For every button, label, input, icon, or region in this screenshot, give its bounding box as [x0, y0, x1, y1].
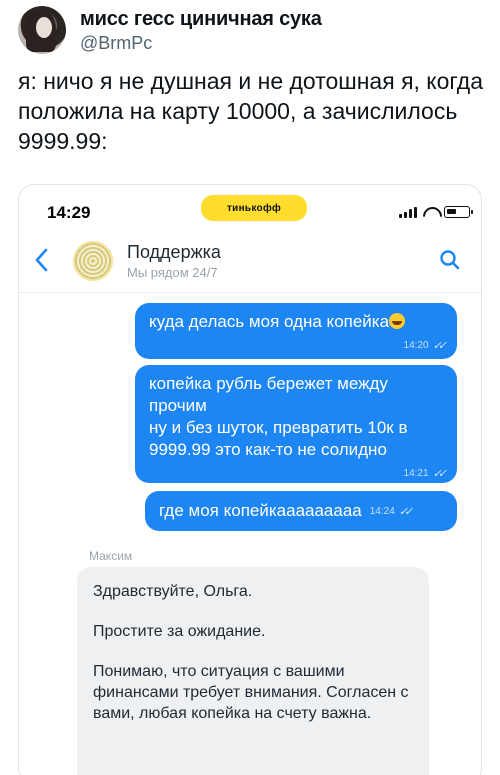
chat-subtitle: Мы рядом 24/7	[127, 265, 218, 280]
display-name[interactable]: мисс гесс циничная сука	[80, 8, 322, 31]
tweet-text: я: ничо я не душная и не дотошная я, ког…	[18, 68, 483, 154]
message-text: куда делась моя одна копейка	[149, 312, 390, 331]
bank-logo: тинькофф	[201, 195, 307, 221]
double-check-icon: ✓✓	[432, 340, 448, 352]
user-avatar[interactable]	[18, 6, 66, 54]
message-text: где моя копейкааааааааа	[159, 501, 362, 520]
message-paragraph: Здравствуйте, Ольга.	[93, 583, 253, 600]
phone-screenshot: 14:29 тинькофф Поддержка Мы рядом 24/7 к…	[18, 184, 482, 775]
outgoing-message[interactable]: копейка рубль бережет между прочим ну и …	[135, 365, 457, 483]
tweet-header: мисс гесс циничная сука @BrmPc	[18, 6, 488, 58]
wifi-icon	[423, 207, 438, 218]
message-paragraph: Простите за ожидание.	[93, 623, 266, 640]
incoming-message[interactable]: Здравствуйте, Ольга. Простите за ожидани…	[77, 567, 429, 775]
double-check-icon: ✓✓	[398, 506, 414, 518]
message-text: копейка рубль бережет между прочим ну и …	[149, 374, 408, 459]
outgoing-message[interactable]: куда делась моя одна копейка 14:20 ✓✓	[135, 303, 457, 359]
search-icon[interactable]	[437, 247, 463, 273]
message-time: 14:24	[369, 506, 395, 517]
signal-icon	[399, 206, 417, 218]
status-time: 14:29	[47, 203, 91, 222]
outgoing-message[interactable]: где моя копейкааааааааа 14:24 ✓✓	[145, 491, 457, 531]
chat-title: Поддержка	[127, 242, 221, 262]
message-time: 14:20	[403, 340, 429, 351]
message-paragraph: Понимаю, что ситуация с вашими финансами…	[93, 663, 409, 722]
chevron-left-icon[interactable]	[31, 246, 51, 274]
battery-icon	[444, 206, 473, 218]
status-icons	[399, 206, 473, 218]
message-time: 14:21	[403, 468, 429, 479]
user-handle[interactable]: @BrmPc	[80, 33, 152, 54]
chat-header: Поддержка Мы рядом 24/7	[19, 233, 481, 293]
double-check-icon: ✓✓	[432, 468, 448, 480]
laughing-emoji-icon	[389, 313, 406, 329]
support-avatar	[73, 241, 113, 281]
agent-name: Максим	[89, 549, 133, 563]
